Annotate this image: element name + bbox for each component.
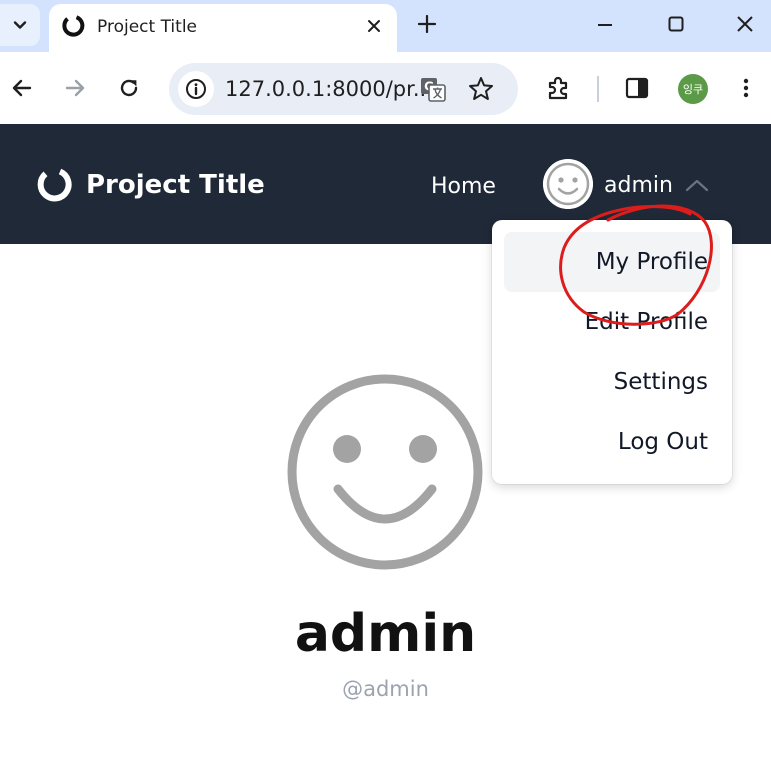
info-icon	[186, 79, 206, 99]
browser-tab[interactable]: Project Title	[49, 4, 397, 52]
browser-toolbar: 127.0.0.1:8000/pr... G 잉쿠	[0, 52, 771, 124]
window-close-button[interactable]	[729, 8, 761, 40]
forward-button[interactable]	[57, 70, 93, 106]
chevron-down-icon	[13, 21, 27, 29]
profile-name: admin	[294, 604, 477, 664]
side-panel-icon	[625, 77, 649, 99]
tab-title: Project Title	[97, 17, 197, 37]
back-button[interactable]	[4, 70, 40, 106]
brand-logo-icon[interactable]	[36, 166, 73, 203]
reload-icon	[120, 79, 138, 97]
menu-item-log-out[interactable]: Log Out	[504, 412, 720, 472]
address-bar[interactable]: 127.0.0.1:8000/pr... G	[169, 63, 518, 115]
extensions-icon	[548, 76, 568, 100]
nav-home-link[interactable]: Home	[431, 174, 496, 199]
forward-arrow-icon	[65, 79, 85, 97]
extensions-button[interactable]	[540, 70, 576, 106]
url-text[interactable]: 127.0.0.1:8000/pr...	[225, 77, 433, 101]
close-icon	[368, 20, 380, 32]
plus-icon	[418, 15, 436, 33]
translate-icon[interactable]: G	[419, 75, 447, 103]
profile-avatar-large	[287, 374, 483, 570]
back-arrow-icon	[12, 79, 32, 97]
menu-item-my-profile[interactable]: My Profile	[504, 232, 720, 292]
star-icon[interactable]	[467, 75, 495, 103]
more-menu-button[interactable]	[728, 70, 764, 106]
profile-avatar[interactable]: 잉쿠	[678, 74, 708, 104]
nav-username[interactable]: admin	[604, 173, 673, 198]
tab-search-button[interactable]	[0, 4, 40, 46]
minimize-button[interactable]	[589, 8, 621, 40]
site-info-button[interactable]	[178, 71, 214, 107]
close-icon	[737, 16, 753, 32]
side-panel-button[interactable]	[619, 70, 655, 106]
browser-tab-strip: Project Title	[0, 0, 771, 52]
reload-button[interactable]	[111, 70, 147, 106]
brand-title[interactable]: Project Title	[86, 170, 265, 200]
user-dropdown-menu: My Profile Edit Profile Settings Log Out	[492, 220, 732, 484]
minimize-icon	[598, 24, 612, 26]
menu-item-settings[interactable]: Settings	[504, 352, 720, 412]
maximize-icon	[668, 16, 684, 32]
chevron-up-icon[interactable]	[684, 176, 710, 194]
profile-handle: @admin	[342, 677, 429, 701]
more-vert-icon	[743, 78, 749, 98]
new-tab-button[interactable]	[412, 9, 442, 39]
toolbar-separator	[597, 76, 599, 102]
menu-item-edit-profile[interactable]: Edit Profile	[504, 292, 720, 352]
user-avatar[interactable]	[543, 159, 593, 209]
favicon-icon	[62, 15, 85, 37]
tab-close-button[interactable]	[360, 12, 388, 40]
maximize-button[interactable]	[660, 8, 692, 40]
